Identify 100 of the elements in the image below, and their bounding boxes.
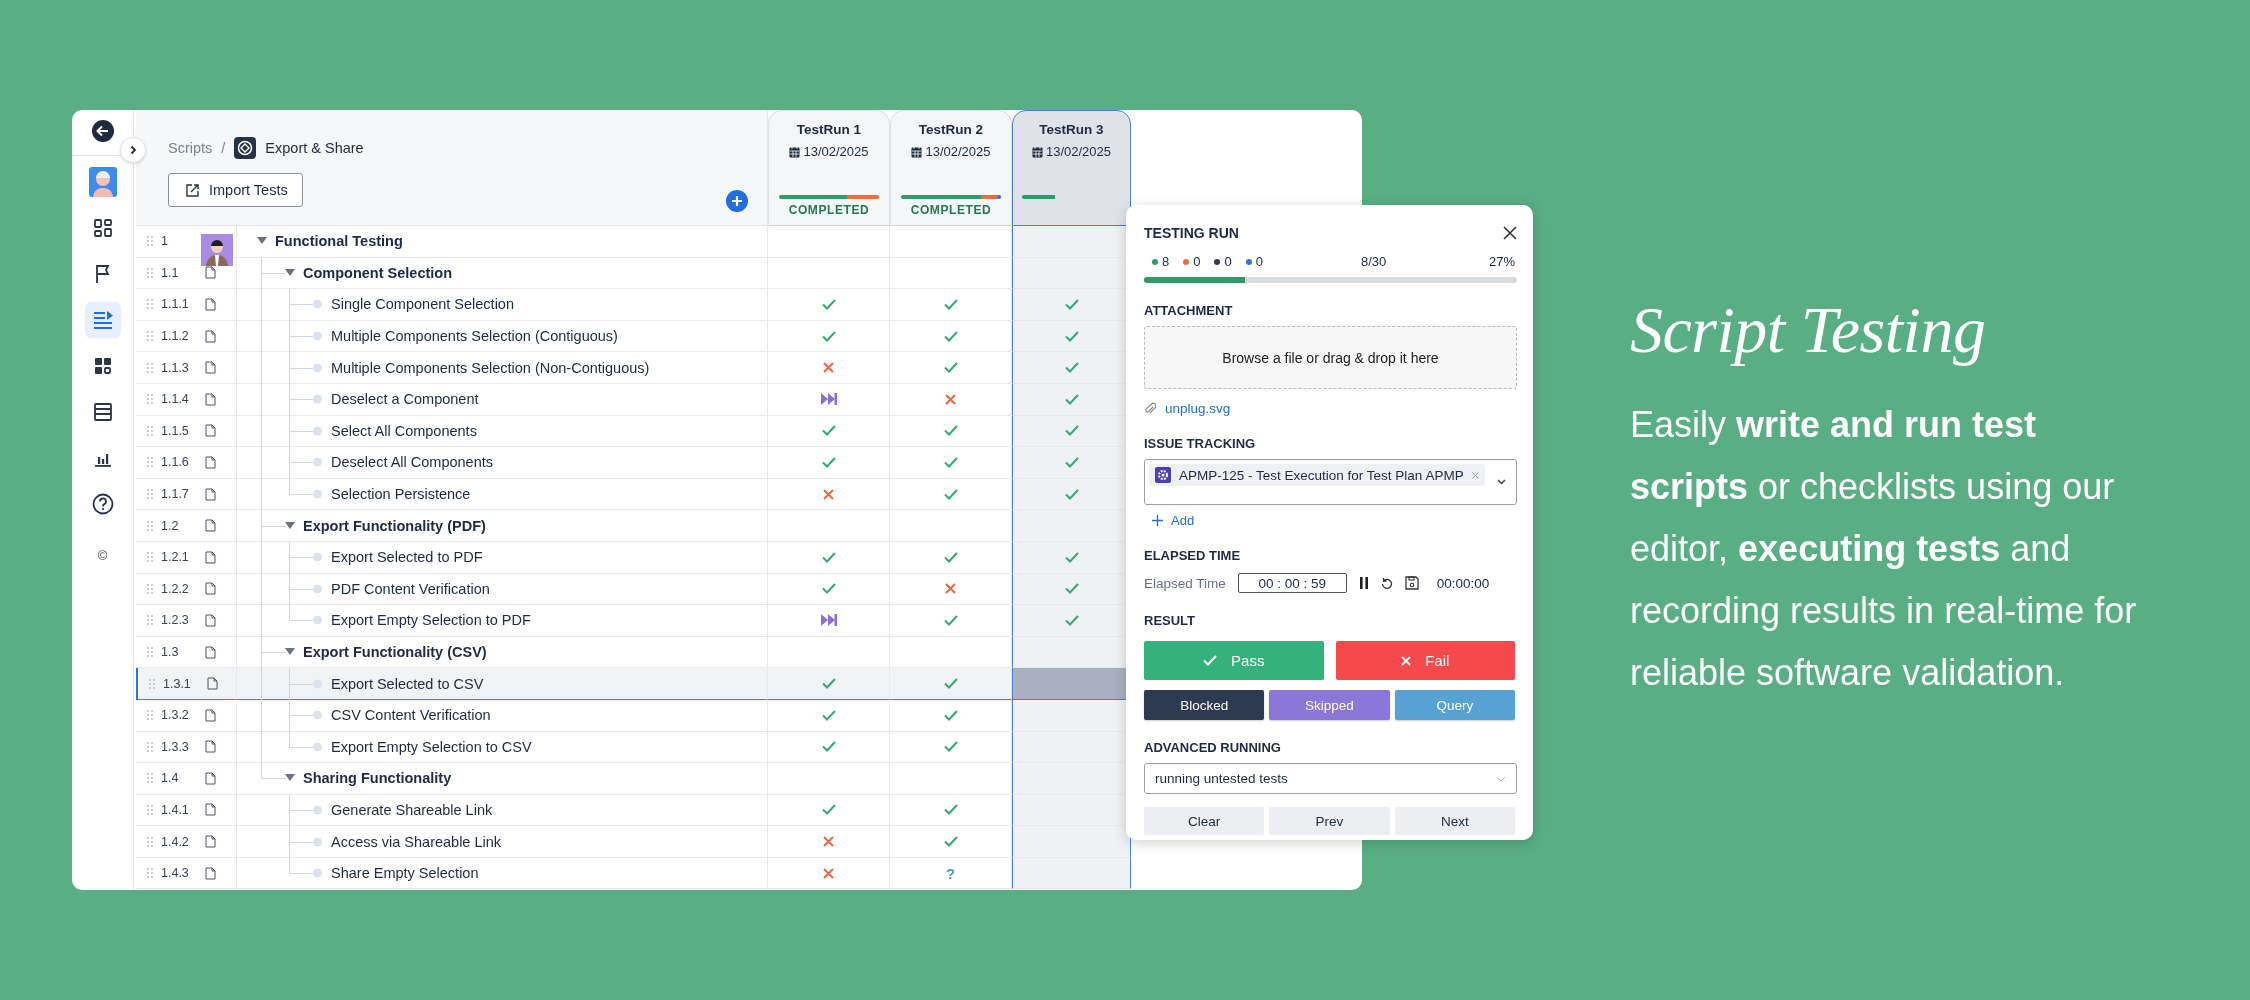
file-dropzone[interactable]: Browse a file or drag & drop it here: [1144, 326, 1517, 389]
document-icon: [205, 298, 216, 311]
drag-handle-icon[interactable]: [146, 709, 154, 722]
document-icon: [205, 740, 216, 754]
copyright-mark: ©: [97, 548, 108, 563]
nav-footer-button[interactable]: Next: [1394, 807, 1515, 835]
drag-handle-icon[interactable]: [146, 424, 154, 437]
expand-button[interactable]: [120, 137, 146, 163]
check-icon: [1064, 488, 1079, 500]
blocked-button[interactable]: Blocked: [1144, 690, 1265, 720]
list-icon: [91, 310, 114, 330]
drag-handle-icon[interactable]: [146, 551, 154, 564]
drag-handle-icon[interactable]: [146, 740, 154, 753]
run-date: 13/02/2025: [1031, 144, 1112, 159]
advanced-running-select[interactable]: running untested tests: [1144, 763, 1517, 794]
bullet-icon: [313, 394, 322, 404]
drag-handle-icon[interactable]: [146, 614, 154, 627]
plus-icon: [1152, 515, 1163, 526]
test-run-header[interactable]: TestRun 1 13/02/2025 COMPLETED: [768, 110, 890, 226]
check-icon: [943, 362, 958, 374]
add-issue-link[interactable]: Add: [1152, 513, 1517, 528]
pause-icon[interactable]: [1358, 577, 1369, 589]
drag-handle-icon[interactable]: [146, 519, 154, 532]
drag-handle-icon[interactable]: [146, 772, 154, 785]
status-count: 0: [1214, 254, 1232, 269]
edit-icon: [185, 182, 200, 198]
row-number: 1.4.3: [161, 866, 190, 881]
drag-handle-icon[interactable]: [146, 393, 154, 406]
reset-icon[interactable]: [1380, 577, 1393, 589]
test-run-header[interactable]: TestRun 2 13/02/2025 COMPLETED: [890, 110, 1012, 226]
skipped-button[interactable]: Skipped: [1269, 690, 1390, 720]
cross-icon: [823, 488, 834, 500]
status-count: 0: [1245, 254, 1263, 269]
document-icon: [205, 550, 216, 564]
drag-handle-icon[interactable]: [146, 582, 154, 595]
document-icon: [205, 424, 216, 438]
collapse-caret-icon[interactable]: [285, 648, 295, 656]
dashboard-icon: [92, 356, 113, 376]
test-run-header[interactable]: TestRun 3 13/02/2025: [1012, 110, 1131, 226]
drag-handle-icon[interactable]: [146, 235, 154, 248]
check-icon: [943, 836, 958, 848]
drag-handle-icon[interactable]: [146, 330, 154, 343]
bullet-icon: [313, 615, 322, 625]
nav-footer-button[interactable]: Prev: [1269, 807, 1390, 835]
collapse-caret-icon[interactable]: [257, 237, 267, 246]
collapse-caret-icon[interactable]: [285, 774, 295, 783]
check-icon: [1064, 456, 1079, 468]
script-icon: [234, 137, 257, 159]
drag-handle-icon[interactable]: [146, 646, 154, 658]
drag-handle-icon[interactable]: [148, 677, 156, 690]
remove-icon[interactable]: [1471, 471, 1479, 479]
test-row[interactable]: 1.4.3 Share Empty Selection ?: [136, 857, 1362, 890]
drag-handle-icon[interactable]: [146, 298, 154, 311]
nav-footer-button[interactable]: Clear: [1144, 807, 1265, 835]
attachment-link[interactable]: unplug.svg: [1165, 401, 1231, 416]
elapsed-time-field[interactable]: 00 : 00 : 59: [1237, 573, 1347, 593]
status-count: 0: [1183, 254, 1201, 269]
breadcrumb-link[interactable]: Scripts: [168, 140, 213, 156]
check-icon: [821, 330, 836, 342]
drag-handle-icon[interactable]: [146, 361, 154, 374]
add-icon[interactable]: [726, 190, 748, 212]
drag-handle-icon[interactable]: [146, 867, 154, 880]
issue-select[interactable]: APMP-125 - Test Execution for Test Plan APMP: [1144, 459, 1517, 505]
progress-percent: 27%: [1488, 254, 1515, 269]
collapse-caret-icon[interactable]: [285, 521, 295, 530]
drag-handle-icon[interactable]: [146, 456, 154, 469]
drag-handle-icon[interactable]: [146, 804, 154, 816]
check-icon: [821, 804, 836, 816]
drag-handle-icon[interactable]: [146, 835, 154, 848]
drag-handle-icon[interactable]: [146, 266, 154, 279]
skip-icon: [820, 393, 837, 406]
import-tests-button[interactable]: Import Tests: [168, 173, 303, 207]
document-icon: [205, 519, 216, 533]
row-number: 1.1: [161, 265, 180, 280]
drag-handle-icon[interactable]: [146, 488, 154, 501]
test-title: Select All Components: [331, 422, 477, 439]
list-nav-button[interactable]: [84, 302, 121, 338]
fail-button[interactable]: Fail: [1335, 641, 1515, 680]
test-title: Multiple Components Selection (Non-Contiguous): [331, 359, 650, 376]
calendar-icon: [789, 145, 801, 158]
test-title: Share Empty Selection: [331, 865, 479, 882]
table-icon: [92, 402, 113, 422]
close-icon[interactable]: [1503, 226, 1517, 240]
document-icon: [205, 266, 216, 280]
promo-title: Script Testing: [1630, 292, 1987, 368]
row-number: 1.3.2: [161, 708, 190, 723]
collapse-caret-icon[interactable]: [285, 268, 295, 277]
document-icon: [205, 771, 216, 785]
cross-icon: [945, 583, 956, 595]
progress-count: 8/30: [1360, 254, 1387, 269]
panel-title: TESTING RUN: [1144, 225, 1239, 241]
document-icon: [205, 803, 216, 817]
breadcrumb-separator: /: [221, 140, 226, 156]
check-icon: [821, 551, 836, 563]
run-name: TestRun 2: [918, 122, 984, 137]
row-number: 1.1.2: [161, 329, 190, 344]
bullet-icon: [313, 331, 322, 341]
test-title: Selection Persistence: [331, 486, 471, 503]
calendar-icon: [1031, 145, 1043, 158]
save-icon[interactable]: [1404, 576, 1419, 590]
